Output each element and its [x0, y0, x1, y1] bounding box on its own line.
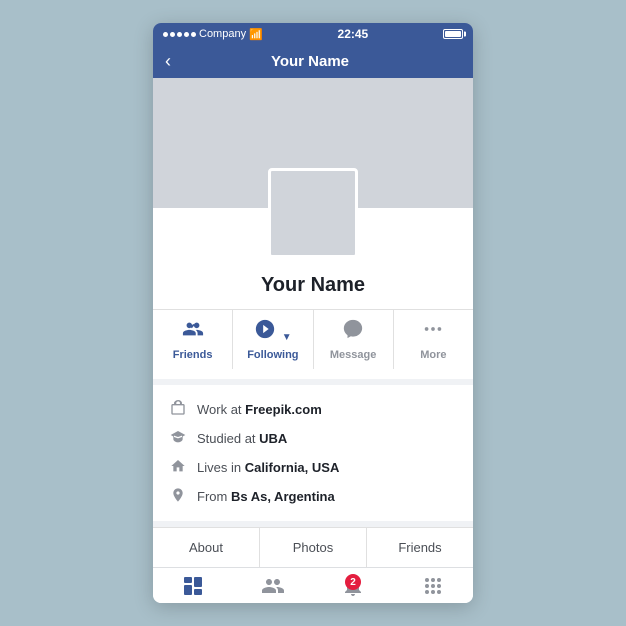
- status-bar: Company 📶 22:45: [153, 23, 473, 45]
- location-icon: [169, 487, 187, 506]
- tab-about[interactable]: About: [153, 528, 260, 567]
- more-button[interactable]: More: [394, 310, 473, 369]
- more-dots-icon: [422, 318, 444, 346]
- signal-dots: [163, 32, 196, 37]
- work-icon: [169, 400, 187, 419]
- more-label: More: [420, 349, 446, 361]
- message-button[interactable]: Message: [314, 310, 394, 369]
- info-work: Work at Freepik.com: [169, 395, 457, 424]
- message-label: Message: [330, 349, 376, 361]
- work-text: Work at Freepik.com: [197, 402, 322, 417]
- tab-photos[interactable]: Photos: [260, 528, 367, 567]
- back-button[interactable]: ‹: [165, 51, 171, 72]
- friends-label: Friends: [173, 349, 213, 361]
- status-left: Company 📶: [163, 28, 263, 41]
- study-text: Studied at UBA: [197, 431, 287, 446]
- info-section: Work at Freepik.com Studied at UBA Lives…: [153, 385, 473, 521]
- friends-icon: [182, 318, 204, 346]
- info-from: From Bs As, Argentina: [169, 482, 457, 511]
- following-icon: ▼: [254, 318, 291, 346]
- nav-bar: ‹ Your Name: [153, 45, 473, 78]
- following-label: Following: [247, 349, 298, 361]
- avatar-container: [268, 168, 358, 258]
- carrier-label: Company: [199, 28, 246, 40]
- tab-friends[interactable]: Friends: [367, 528, 473, 567]
- home-icon: [169, 458, 187, 477]
- profile-name: Your Name: [261, 274, 365, 297]
- bottom-nav-friends[interactable]: [233, 568, 313, 603]
- profile-section: Your Name Friends ▼ F: [153, 208, 473, 379]
- bottom-nav-menu[interactable]: [393, 568, 473, 603]
- clock: 22:45: [338, 27, 369, 41]
- bottom-nav: 2: [153, 567, 473, 603]
- lives-text: Lives in California, USA: [197, 460, 339, 475]
- from-text: From Bs As, Argentina: [197, 489, 335, 504]
- info-study: Studied at UBA: [169, 424, 457, 453]
- bottom-nav-notifications[interactable]: 2: [313, 568, 393, 603]
- bottom-nav-home[interactable]: [153, 568, 233, 603]
- action-buttons: Friends ▼ Following Message: [153, 309, 473, 369]
- notification-badge: 2: [345, 574, 361, 590]
- following-button[interactable]: ▼ Following: [233, 310, 313, 369]
- tabs-section: About Photos Friends: [153, 527, 473, 567]
- info-lives: Lives in California, USA: [169, 453, 457, 482]
- phone-frame: Company 📶 22:45 ‹ Your Name Your Name: [153, 23, 473, 603]
- friends-button[interactable]: Friends: [153, 310, 233, 369]
- study-icon: [169, 429, 187, 448]
- battery-icon: [443, 29, 463, 39]
- avatar: [268, 168, 358, 258]
- message-icon: [342, 318, 364, 346]
- nav-title: Your Name: [179, 53, 441, 70]
- wifi-icon: 📶: [249, 28, 263, 41]
